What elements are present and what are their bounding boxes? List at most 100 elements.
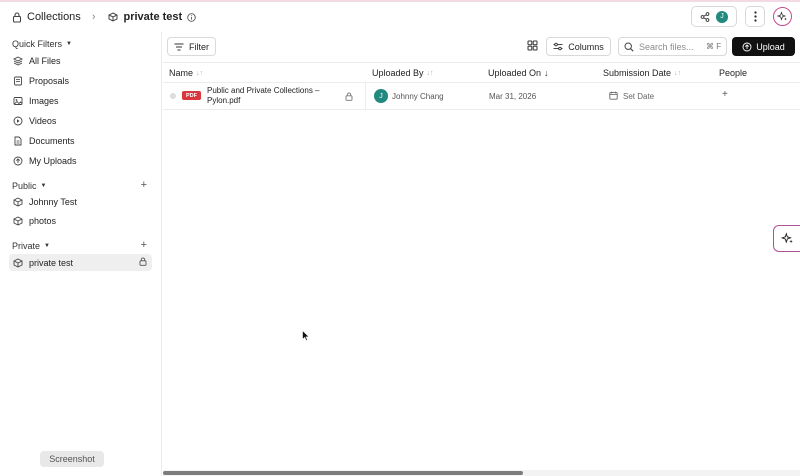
sidebar-item-documents[interactable]: Documents [9,132,152,149]
more-vertical-icon [753,11,757,22]
add-public-collection-button[interactable]: + [141,179,147,191]
columns-label: Columns [568,41,604,52]
column-header-label: Uploaded By [372,68,424,78]
column-header-uploaded-on[interactable]: Uploaded On ↓ [488,68,549,78]
arrow-down-icon: ↓ [544,68,549,78]
sidebar-item-proposals[interactable]: Proposals [9,72,152,89]
add-people-button[interactable]: + [722,89,728,100]
sidebar-item-label: photos [29,215,57,226]
sort-icon: ↓↑ [674,69,682,77]
column-header-name[interactable]: Name ↓↑ [169,68,203,78]
table-row[interactable]: PDF Public and Private Collections – Pyl… [163,83,800,110]
breadcrumb-current: private test [123,11,183,23]
book-icon [14,76,22,85]
filter-icon [174,43,184,50]
mouse-cursor-icon [302,329,310,344]
search-shortcut: ⌘ F [706,42,722,51]
sidebar-item-my-uploads[interactable]: My Uploads [9,152,152,169]
section-title: Quick Filters [12,39,63,49]
table-header: Name ↓↑ Uploaded By ↓↑ Uploaded On ↓ Sub… [163,62,800,83]
sidebar-item-all-files[interactable]: All Files [9,52,152,69]
search-input[interactable] [639,41,701,52]
chevron-right-icon: › [91,11,96,23]
lock-icon [345,92,353,104]
caret-down-icon: ▼ [40,183,47,189]
column-header-label: Uploaded On [488,68,542,78]
column-divider [365,83,366,110]
share-button[interactable]: J [691,6,737,27]
caret-down-icon: ▼ [66,41,72,47]
breadcrumb-collections-link[interactable]: Collections [27,11,81,23]
sidebar-item-photos[interactable]: photos [9,212,152,229]
pdf-file-icon: PDF [182,91,201,100]
column-header-label: Name [169,68,194,78]
lock-icon [139,257,147,268]
column-header-label: People [719,68,748,78]
avatar: J [374,89,388,103]
sidebar-item-label: Johnny Test [29,196,77,207]
row-select-checkbox[interactable] [170,93,176,99]
public-section-header[interactable]: Public ▼ [12,181,46,191]
grid-view-button[interactable] [527,40,538,54]
sort-icon: ↓↑ [426,69,434,77]
upload-label: Upload [756,41,785,52]
breadcrumb: Collections › private test [12,11,196,23]
ai-assistant-button[interactable] [773,7,792,26]
upload-button[interactable]: Upload [732,37,795,56]
lock-icon [12,11,22,23]
grid-icon [527,40,538,51]
filter-label: Filter [189,41,209,52]
set-date-button[interactable]: Set Date [623,92,654,101]
sort-icon: ↓↑ [196,69,204,77]
cube-icon [13,215,23,226]
column-header-submission-date[interactable]: Submission Date ↓↑ [603,68,681,78]
upload-circle-icon [742,42,752,51]
share-icon [700,11,710,22]
sidebar-item-videos[interactable]: Videos [9,112,152,129]
uploaded-on-date: Mar 31, 2026 [489,92,537,101]
sidebar-item-label: Documents [29,135,75,146]
document-icon [14,136,22,145]
caret-down-icon: ▼ [44,243,50,249]
sliders-icon [553,42,563,51]
calendar-icon [609,91,618,103]
column-header-uploaded-by[interactable]: Uploaded By ↓↑ [372,68,434,78]
horizontal-scrollbar-thumb[interactable] [163,471,523,475]
section-title: Public [12,181,37,191]
sidebar-item-label: Images [29,95,59,106]
more-options-button[interactable] [745,6,765,27]
sidebar-item-private-test[interactable]: private test [9,254,152,271]
screenshot-chip[interactable]: Screenshot [40,451,104,467]
section-title: Private [12,241,41,251]
ai-side-panel-toggle[interactable] [773,225,800,252]
sidebar-item-label: private test [29,257,74,268]
column-header-people[interactable]: People [719,68,747,78]
play-icon [13,116,23,125]
sidebar-item-images[interactable]: Images [9,92,152,109]
add-private-collection-button[interactable]: + [141,239,147,251]
image-icon [13,96,23,105]
column-header-label: Submission Date [603,68,672,78]
layers-icon [13,55,23,66]
search-icon [624,41,634,52]
upload-circle-icon [13,156,23,165]
sidebar: Quick Filters ▼ All Files Proposals Imag… [0,32,162,476]
sparkles-icon [777,11,787,21]
uploader-name: Johnny Chang [392,92,444,101]
filter-button[interactable]: Filter [167,37,216,56]
header-actions: J [691,6,792,27]
private-section-header[interactable]: Private ▼ [12,241,50,251]
sidebar-item-johnny-test[interactable]: Johnny Test [9,193,152,210]
file-name[interactable]: Public and Private Collections – Pylon.p… [207,86,337,106]
info-icon[interactable] [187,12,196,22]
columns-button[interactable]: Columns [546,37,611,56]
sidebar-item-label: My Uploads [29,155,77,166]
cube-icon [108,12,118,22]
sidebar-item-label: All Files [29,55,61,66]
sidebar-item-label: Videos [29,115,57,126]
avatar: J [716,10,728,23]
quick-filters-header[interactable]: Quick Filters ▼ [12,39,72,49]
sidebar-item-label: Proposals [29,75,70,86]
cube-icon [13,257,23,268]
search-field[interactable]: ⌘ F [618,37,727,56]
